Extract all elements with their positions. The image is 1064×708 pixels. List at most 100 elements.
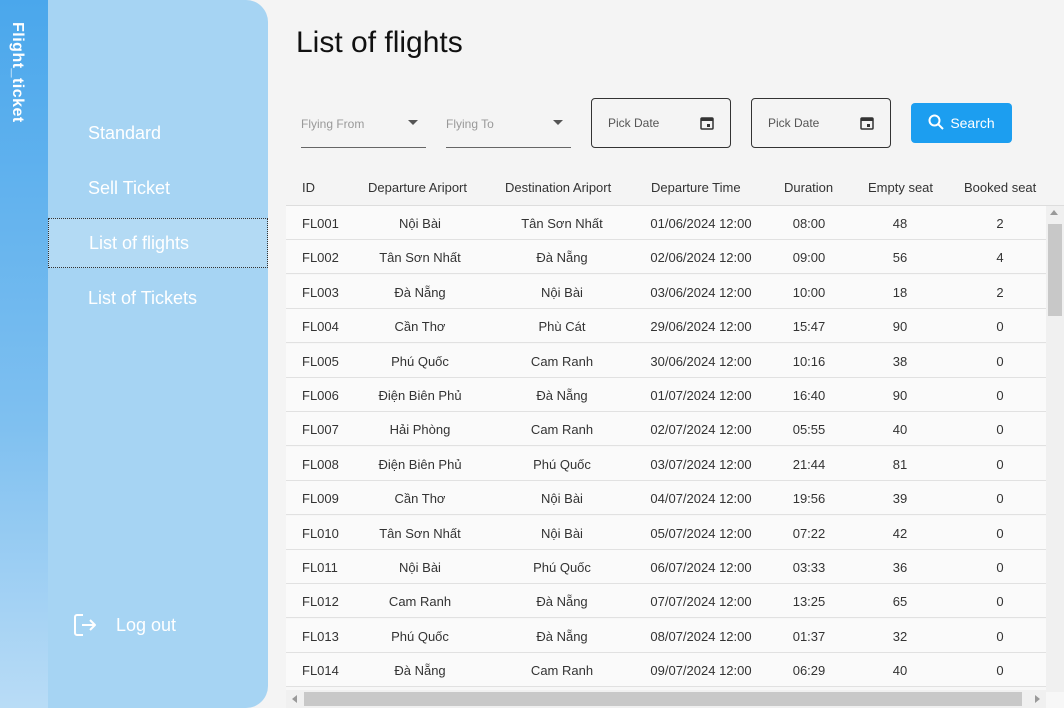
cell-departure-time: 30/06/2024 12:00 xyxy=(650,353,752,369)
cell-duration: 10:16 xyxy=(792,353,826,369)
cell-id: FL010 xyxy=(302,525,339,541)
cell-id: FL014 xyxy=(302,663,339,679)
date-picker-2[interactable]: Pick Date xyxy=(751,98,891,148)
chevron-down-icon xyxy=(408,120,418,125)
cell-id: FL005 xyxy=(302,353,339,369)
cell-booked-seat: 0 xyxy=(996,456,1004,472)
table-row[interactable]: FL005 Phú Quốc Cam Ranh 30/06/2024 12:00 10:… xyxy=(286,343,1046,378)
table-row[interactable]: FL007 Hải Phòng Cam Ranh 02/07/2024 12:00 05… xyxy=(286,412,1046,447)
table-row[interactable]: FL003 Đà Nẵng Nội Bài 03/06/2024 12:00 10:00… xyxy=(286,274,1046,309)
cell-departure: Tân Sơn Nhất xyxy=(379,250,461,266)
column-header-id[interactable]: ID xyxy=(302,180,315,195)
search-button[interactable]: Search xyxy=(911,103,1012,143)
search-label: Search xyxy=(950,115,995,131)
column-header-empty-seat[interactable]: Empty seat xyxy=(868,180,933,195)
cell-departure-time: 08/07/2024 12:00 xyxy=(650,628,752,644)
cell-departure: Cam Ranh xyxy=(388,594,452,610)
cell-departure-time: 09/07/2024 12:00 xyxy=(650,663,752,679)
date-picker-2-placeholder: Pick Date xyxy=(768,116,820,130)
cell-booked-seat: 0 xyxy=(996,353,1004,369)
app-strip: Flight_ticket xyxy=(0,0,48,708)
cell-duration: 05:55 xyxy=(792,422,826,438)
table-row[interactable]: FL009 Cần Thơ Nội Bài 04/07/2024 12:00 19:56… xyxy=(286,481,1046,516)
cell-empty-seat: 90 xyxy=(892,388,908,403)
cell-duration: 07:22 xyxy=(792,525,826,541)
table-row[interactable]: FL012 Cam Ranh Đà Nẵng 07/07/2024 12:00 13:2… xyxy=(286,584,1046,619)
table-row[interactable]: FL013 Phú Quốc Đà Nẵng 08/07/2024 12:00 01:3… xyxy=(286,618,1046,653)
cell-departure-time: 04/07/2024 12:00 xyxy=(650,491,752,507)
sidebar-item-list-of-flights[interactable]: List of flights xyxy=(48,218,268,268)
scroll-right-icon[interactable] xyxy=(1035,695,1040,703)
table-body: FL001 Nội Bài Tân Sơn Nhất 01/06/2024 12:00… xyxy=(286,206,1046,692)
horizontal-scroll-thumb[interactable] xyxy=(304,692,1022,706)
cell-duration: 08:00 xyxy=(792,216,826,231)
cell-id: FL007 xyxy=(302,422,339,438)
cell-id: FL011 xyxy=(302,560,338,575)
cell-booked-seat: 2 xyxy=(996,216,1004,231)
cell-booked-seat: 0 xyxy=(996,560,1004,575)
table-row[interactable]: FL001 Nội Bài Tân Sơn Nhất 01/06/2024 12:00… xyxy=(286,206,1046,240)
cell-duration: 10:00 xyxy=(792,284,826,300)
flying-from-select[interactable]: Flying From xyxy=(301,100,426,148)
table-row[interactable]: FL008 Điện Biên Phủ Phú Quốc 03/07/2024 12:… xyxy=(286,446,1046,481)
vertical-scroll-thumb[interactable] xyxy=(1048,224,1062,316)
cell-departure: Cần Thơ xyxy=(394,319,446,335)
table-row[interactable]: FL006 Điện Biên Phủ Đà Nẵng 01/07/2024 12:0… xyxy=(286,378,1046,412)
table-row[interactable]: FL014 Đà Nẵng Cam Ranh 09/07/2024 12:00 06:2… xyxy=(286,653,1046,688)
cell-destination: Đà Nẵng xyxy=(536,594,588,610)
cell-booked-seat: 2 xyxy=(996,284,1004,300)
cell-empty-seat: 18 xyxy=(892,284,908,300)
table-row[interactable]: FL010 Tân Sơn Nhất Nội Bài 05/07/2024 12:00… xyxy=(286,515,1046,550)
date-picker-1[interactable]: Pick Date xyxy=(591,98,731,148)
cell-id: FL004 xyxy=(302,319,339,335)
cell-departure-time: 01/07/2024 12:00 xyxy=(650,388,752,403)
cell-empty-seat: 40 xyxy=(892,663,908,679)
calendar-icon[interactable] xyxy=(700,116,714,133)
cell-duration: 21:44 xyxy=(792,456,826,472)
app-title: Flight_ticket xyxy=(9,22,26,123)
cell-empty-seat: 81 xyxy=(892,456,908,472)
cell-id: FL006 xyxy=(302,388,339,403)
cell-destination: Cam Ranh xyxy=(530,353,594,369)
cell-destination: Phú Quốc xyxy=(533,456,591,472)
sidebar-item-list-of-tickets[interactable]: List of Tickets xyxy=(48,273,268,323)
cell-departure-time: 03/06/2024 12:00 xyxy=(650,284,752,300)
vertical-scrollbar[interactable] xyxy=(1046,206,1064,692)
column-header-destination[interactable]: Destination Ariport xyxy=(505,180,611,195)
logout-button[interactable]: Log out xyxy=(72,612,176,638)
page-title: List of flights xyxy=(296,26,463,59)
cell-departure: Hải Phòng xyxy=(389,422,451,438)
cell-departure: Nội Bài xyxy=(399,216,441,231)
cell-booked-seat: 0 xyxy=(996,525,1004,541)
cell-empty-seat: 40 xyxy=(892,422,908,438)
scroll-up-icon[interactable] xyxy=(1050,210,1058,215)
cell-id: FL001 xyxy=(302,216,339,231)
sidebar-item-sell-ticket[interactable]: Sell Ticket xyxy=(48,163,268,213)
flying-to-select[interactable]: Flying To xyxy=(446,100,571,148)
column-header-duration[interactable]: Duration xyxy=(784,180,833,195)
scroll-left-icon[interactable] xyxy=(292,695,297,703)
cell-duration: 01:37 xyxy=(792,628,826,644)
column-header-departure[interactable]: Departure Ariport xyxy=(368,180,467,195)
cell-booked-seat: 0 xyxy=(996,388,1004,403)
column-header-departure-time[interactable]: Departure Time xyxy=(651,180,741,195)
cell-empty-seat: 48 xyxy=(892,216,908,231)
table-row[interactable]: FL004 Cần Thơ Phù Cát 29/06/2024 12:00 15:47… xyxy=(286,309,1046,344)
table-row[interactable]: FL011 Nội Bài Phú Quốc 06/07/2024 12:00 03:3… xyxy=(286,550,1046,584)
chevron-down-icon xyxy=(553,120,563,125)
date-picker-1-placeholder: Pick Date xyxy=(608,116,660,130)
table-row[interactable]: FL002 Tân Sơn Nhất Đà Nẵng 02/06/2024 12:00… xyxy=(286,240,1046,275)
cell-empty-seat: 90 xyxy=(892,319,908,335)
cell-id: FL002 xyxy=(302,250,339,266)
cell-booked-seat: 0 xyxy=(996,422,1004,438)
cell-departure-time: 02/07/2024 12:00 xyxy=(650,422,752,438)
horizontal-scrollbar[interactable] xyxy=(286,690,1046,708)
cell-booked-seat: 4 xyxy=(996,250,1004,266)
sidebar-item-standard[interactable]: Standard xyxy=(48,108,268,158)
cell-duration: 19:56 xyxy=(792,491,826,507)
cell-empty-seat: 42 xyxy=(892,525,908,541)
calendar-icon[interactable] xyxy=(860,116,874,133)
column-header-booked-seat[interactable]: Booked seat xyxy=(964,180,1036,195)
cell-destination: Cam Ranh xyxy=(530,422,594,438)
cell-empty-seat: 38 xyxy=(892,353,908,369)
